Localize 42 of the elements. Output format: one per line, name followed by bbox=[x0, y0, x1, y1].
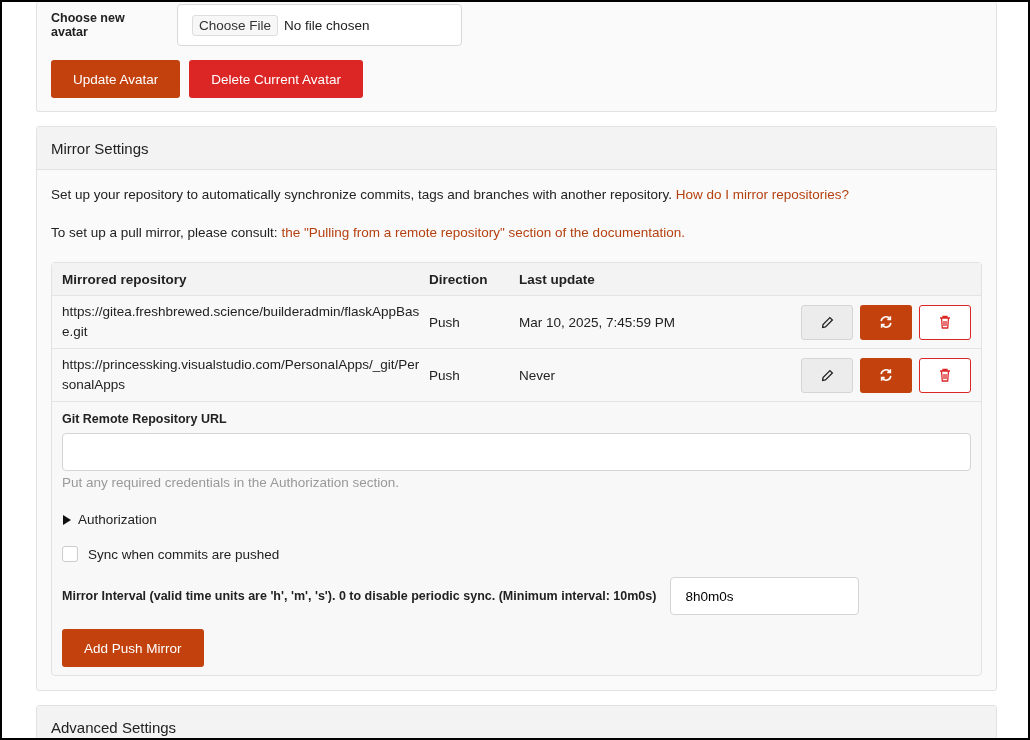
column-header: Mirrored repository bbox=[62, 271, 188, 287]
field-label: Choose new avatar bbox=[51, 11, 126, 39]
file-input[interactable]: Choose File No file chosen bbox=[177, 4, 462, 46]
intro-text: Set up your repository to automatically synchronize commits, tags and branches with another repository. How do I mirror repositories? bbox=[51, 186, 851, 204]
pencil-icon bbox=[820, 368, 834, 382]
column-header: Last update bbox=[519, 271, 596, 287]
pencil-icon bbox=[820, 315, 834, 329]
help-link[interactable]: How do I mirror repositories? bbox=[675, 187, 850, 202]
pull-mirror-note: To set up a pull mirror, please consult: the "Pulling from a remote repository" section of the documentation. bbox=[51, 224, 686, 242]
edit-button[interactable] bbox=[801, 357, 853, 393]
documentation-link[interactable]: the "Pulling from a remote repository" section of the documentation. bbox=[281, 225, 685, 240]
delete-avatar-button[interactable]: Delete Current Avatar bbox=[189, 60, 363, 98]
authorization-toggle[interactable]: Authorization bbox=[62, 512, 971, 527]
last-update-cell-text: Never bbox=[519, 367, 556, 383]
checkbox-label: Sync when commits are pushed bbox=[88, 546, 280, 562]
file-status: No file chosen bbox=[284, 17, 370, 33]
add-push-mirror-button[interactable]: Add Push Mirror bbox=[62, 629, 204, 667]
sync-button[interactable] bbox=[860, 304, 912, 340]
direction-cell-text: Push bbox=[429, 367, 461, 383]
update-avatar-button[interactable]: Update Avatar bbox=[51, 60, 181, 98]
delete-button[interactable] bbox=[919, 357, 971, 393]
interval-input-field[interactable]: 8h0m0s bbox=[670, 577, 860, 615]
sync-checkbox[interactable] bbox=[62, 546, 78, 562]
trash-icon bbox=[939, 315, 951, 329]
column-header: Direction bbox=[429, 271, 489, 287]
sync-icon bbox=[879, 368, 893, 382]
repository-url: https://princessking.visualstudio.com/PersonalApps/_git/PersonalApps bbox=[62, 356, 421, 394]
section-title: Mirror Settings bbox=[37, 127, 996, 170]
field-label: Git Remote Repository URL bbox=[62, 412, 228, 426]
field-label: Mirror Interval (valid time units are 'h', 'm', 's'). 0 to disable periodic sync. (Minimum interval: 10m0s) bbox=[62, 589, 657, 603]
edit-button[interactable] bbox=[801, 304, 853, 340]
delete-button[interactable] bbox=[919, 304, 971, 340]
trash-icon bbox=[939, 368, 951, 382]
help-text: Put any required credentials in the Authorization section. bbox=[62, 475, 400, 490]
sync-button[interactable] bbox=[860, 357, 912, 393]
sync-icon bbox=[879, 315, 893, 329]
repository-url: https://gitea.freshbrewed.science/builderadmin/flaskAppBase.git bbox=[62, 303, 421, 341]
url-input-field[interactable] bbox=[62, 433, 971, 471]
last-update-cell-text: Mar 10, 2025, 7:45:59 PM bbox=[519, 314, 677, 330]
direction-cell-text: Push bbox=[429, 314, 461, 330]
choose-file-button[interactable]: Choose File bbox=[192, 14, 279, 36]
section-title: Advanced Settings bbox=[37, 706, 996, 738]
